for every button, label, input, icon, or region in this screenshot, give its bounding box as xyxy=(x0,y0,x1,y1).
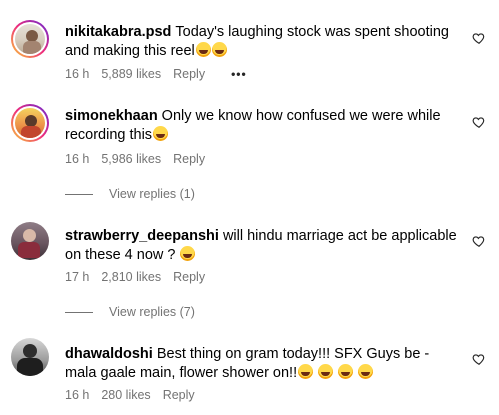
comment-meta: 17 h 2,810 likes Reply xyxy=(65,270,217,284)
heart-outline-icon[interactable] xyxy=(472,115,486,129)
divider-line xyxy=(65,193,93,195)
laughing-emoji-icon xyxy=(298,364,314,379)
comment-username[interactable]: simonekhaan xyxy=(65,108,158,124)
comment-likes[interactable]: 5,889 likes xyxy=(101,67,161,81)
comment-time: 17 h xyxy=(65,270,90,284)
laughing-emoji-icon xyxy=(153,126,169,141)
comment-time: 16 h xyxy=(65,388,90,402)
laughing-emoji-icon xyxy=(318,364,334,379)
view-replies-label[interactable]: View replies (1) xyxy=(109,187,195,201)
laughing-emoji-icon xyxy=(338,364,354,379)
view-replies-button[interactable]: View replies (1) xyxy=(65,187,195,201)
comment-meta: 16 h 5,986 likes Reply xyxy=(65,152,217,166)
view-replies-button[interactable]: View replies (7) xyxy=(65,305,195,319)
laughing-emoji-icon xyxy=(358,364,374,379)
comment-text-block: dhawaldoshi Best thing on gram today!!! S… xyxy=(65,345,460,383)
laughing-emoji-icon xyxy=(180,246,196,261)
view-replies-label[interactable]: View replies (7) xyxy=(109,305,195,319)
comment-text-block: simonekhaan Only we know how confused we … xyxy=(65,107,460,145)
reply-button[interactable]: Reply xyxy=(173,270,205,284)
laughing-emoji-icon xyxy=(211,42,227,57)
reply-button[interactable]: Reply xyxy=(163,388,195,402)
comment-time: 16 h xyxy=(65,152,90,166)
comment-meta: 16 h 5,889 likes Reply ••• xyxy=(65,67,259,81)
avatar[interactable] xyxy=(11,222,49,260)
reply-button[interactable]: Reply xyxy=(173,152,205,166)
avatar[interactable] xyxy=(11,104,49,142)
laughing-emoji-icon xyxy=(195,42,211,57)
more-options-icon[interactable]: ••• xyxy=(231,67,247,81)
comment-username[interactable]: dhawaldoshi xyxy=(65,346,153,362)
comment-likes[interactable]: 280 likes xyxy=(101,388,150,402)
reply-button[interactable]: Reply xyxy=(173,67,205,81)
heart-outline-icon[interactable] xyxy=(472,234,486,248)
avatar[interactable] xyxy=(11,338,49,376)
comment-time: 16 h xyxy=(65,67,90,81)
comment-likes[interactable]: 2,810 likes xyxy=(101,270,161,284)
divider-line xyxy=(65,311,93,313)
avatar[interactable] xyxy=(11,20,49,58)
comment-username[interactable]: strawberry_deepanshi xyxy=(65,228,219,244)
comment-text-block: nikitakabra.psd Today's laughing stock wa… xyxy=(65,23,460,61)
heart-outline-icon[interactable] xyxy=(472,352,486,366)
comment-likes[interactable]: 5,986 likes xyxy=(101,152,161,166)
comment-username[interactable]: nikitakabra.psd xyxy=(65,24,171,40)
comment-text-block: strawberry_deepanshi will hindu marriage … xyxy=(65,227,460,265)
comment-meta: 16 h 280 likes Reply xyxy=(65,388,207,402)
heart-outline-icon[interactable] xyxy=(472,31,486,45)
